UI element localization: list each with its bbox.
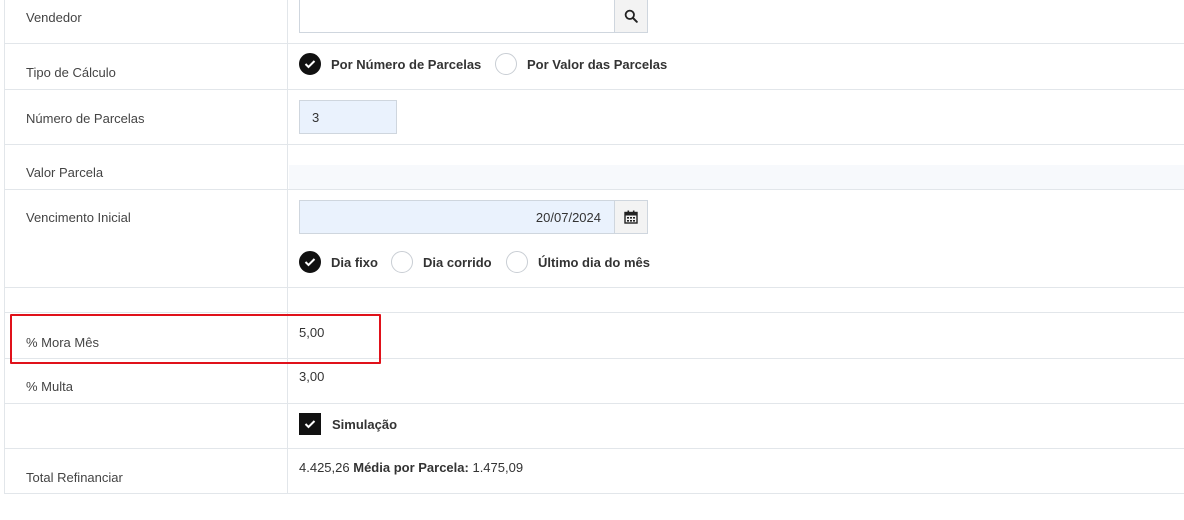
row-numero-parcelas: Número de Parcelas 3 [5, 89, 1184, 145]
radio-checked-icon [299, 53, 321, 75]
media-parcela-label: Média por Parcela: [353, 460, 469, 475]
row-spacer [5, 287, 1184, 313]
media-parcela-value: 1.475,09 [472, 460, 524, 475]
vendedor-search-button[interactable] [614, 0, 648, 33]
radio-dia-fixo[interactable]: Dia fixo [299, 251, 378, 273]
vencimento-inicial-label-cell: Vencimento Inicial [5, 189, 288, 287]
mora-mes-value-cell: 5,00 [289, 313, 1184, 358]
radio-label: Por Valor das Parcelas [527, 56, 668, 72]
mora-mes-highlight-box [10, 314, 381, 364]
vencimento-inicial-label: Vencimento Inicial [26, 210, 131, 225]
row-simulacao: Simulação [5, 403, 1184, 449]
total-refinanciar-label-cell: Total Refinanciar [5, 448, 288, 494]
radio-label: Por Número de Parcelas [331, 56, 482, 72]
search-icon [624, 9, 638, 23]
tipo-calculo-label-cell: Tipo de Cálculo [5, 43, 288, 89]
numero-parcelas-label: Número de Parcelas [26, 111, 145, 126]
simulacao-label-cell [5, 403, 288, 448]
calendar-icon [624, 210, 638, 224]
radio-label: Dia fixo [331, 254, 378, 270]
multa-value-cell: 3,00 [289, 357, 1184, 403]
radio-unchecked-icon [391, 251, 413, 273]
radio-checked-icon [299, 251, 321, 273]
valor-parcela-value-cell [289, 144, 1184, 189]
checkbox-checked-icon [299, 413, 321, 435]
numero-parcelas-input[interactable]: 3 [299, 100, 397, 134]
vencimento-inicial-input[interactable]: 20/07/2024 [299, 200, 648, 234]
simulacao-value-cell: Simulação [289, 403, 1184, 448]
simulacao-label: Simulação [332, 416, 398, 432]
multa-value: 3,00 [299, 369, 325, 384]
row-tipo-calculo: Tipo de Cálculo Por Número de Parcelas P… [5, 43, 1184, 90]
total-refinanciar-label: Total Refinanciar [26, 470, 123, 485]
valor-parcela-label-cell: Valor Parcela [5, 144, 288, 189]
radio-unchecked-icon [495, 53, 517, 75]
radio-dia-corrido[interactable]: Dia corrido [391, 251, 492, 273]
tipo-calculo-label: Tipo de Cálculo [26, 65, 116, 80]
vendedor-value-cell [289, 0, 1184, 43]
row-valor-parcela: Valor Parcela [5, 144, 1184, 190]
vencimento-inicial-value-cell: 20/07/2024 Dia fixo Dia corrido Último d… [289, 189, 1184, 287]
total-refinanciar-value: 4.425,26 [299, 460, 350, 475]
numero-parcelas-label-cell: Número de Parcelas [5, 89, 288, 144]
valor-parcela-value [289, 165, 1184, 189]
row-vencimento-inicial: Vencimento Inicial 20/07/2024 Dia fixo D… [5, 189, 1184, 288]
total-refinanciar-value-cell: 4.425,26 Média por Parcela: 1.475,09 [289, 448, 1184, 494]
row-vendedor: Vendedor [5, 0, 1184, 44]
vendedor-input[interactable] [299, 0, 648, 33]
vendedor-label: Vendedor [26, 10, 82, 25]
row-total-refinanciar: Total Refinanciar 4.425,26 Média por Par… [5, 448, 1184, 494]
calendar-button[interactable] [614, 200, 648, 234]
radio-por-valor-parcelas[interactable]: Por Valor das Parcelas [495, 53, 667, 75]
radio-unchecked-icon [506, 251, 528, 273]
spacer-label-cell [5, 287, 288, 312]
multa-label: % Multa [26, 379, 73, 394]
refinancing-form: Vendedor Tipo de Cálculo Por Número de P… [4, 0, 1184, 494]
tipo-calculo-value-cell: Por Número de Parcelas Por Valor das Par… [289, 43, 1184, 89]
total-refinanciar-summary: 4.425,26 Média por Parcela: 1.475,09 [299, 460, 523, 475]
row-multa: % Multa 3,00 [5, 357, 1184, 404]
radio-label: Último dia do mês [538, 254, 650, 270]
valor-parcela-label: Valor Parcela [26, 165, 104, 180]
radio-label: Dia corrido [423, 254, 492, 270]
numero-parcelas-value-cell: 3 [289, 89, 1184, 144]
radio-por-numero-parcelas[interactable]: Por Número de Parcelas [299, 53, 481, 75]
radio-ultimo-dia-mes[interactable]: Último dia do mês [506, 251, 650, 273]
vendedor-label-cell: Vendedor [5, 0, 288, 43]
simulacao-checkbox[interactable]: Simulação [299, 413, 397, 435]
